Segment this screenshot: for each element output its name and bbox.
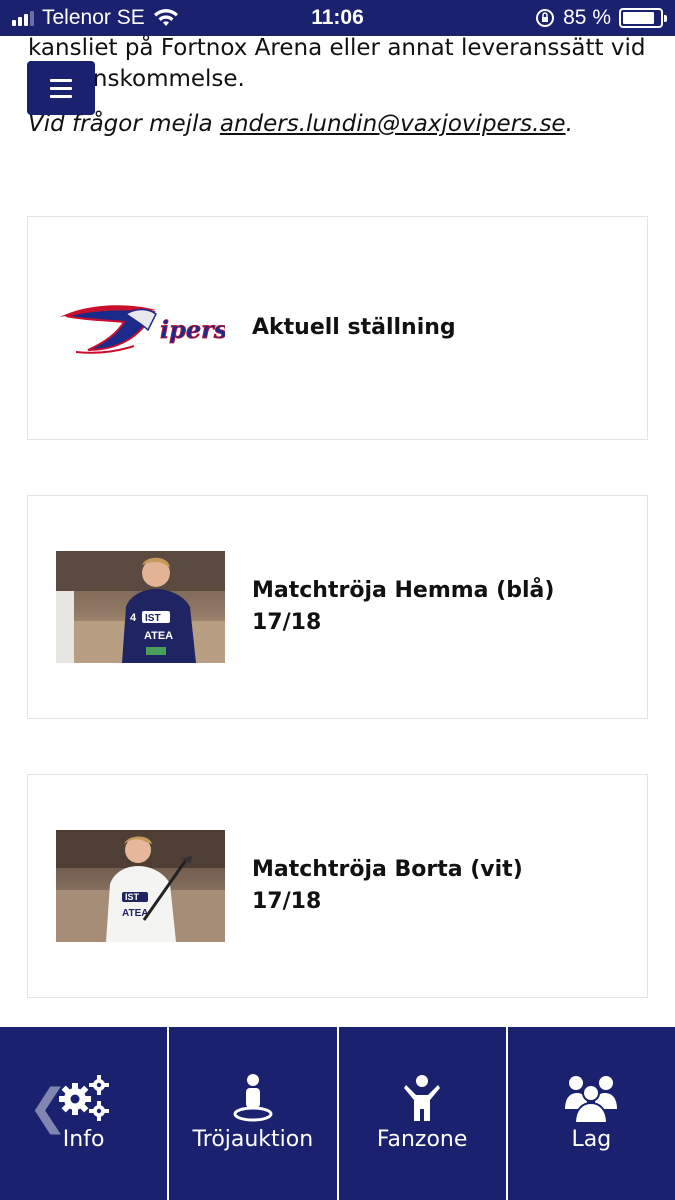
page-content: kansliet på Fortnox Arena eller annat le… bbox=[0, 33, 675, 140]
card-title: Aktuell ställning bbox=[252, 315, 456, 340]
tab-lag[interactable]: Lag bbox=[508, 1027, 675, 1200]
card-standings[interactable]: ipers Aktuell ställning bbox=[27, 216, 648, 440]
card-home-jersey[interactable]: IST 4 ATEA Matchtröja Hemma (blå) 17/18 bbox=[27, 495, 648, 719]
carrier-name: Telenor SE bbox=[42, 6, 145, 29]
svg-text:ATEA: ATEA bbox=[144, 630, 173, 642]
tab-label: Tröjauktion bbox=[192, 1127, 314, 1152]
person-cheer-icon bbox=[402, 1071, 442, 1123]
svg-text:ipers: ipers bbox=[160, 315, 225, 344]
chevron-left-icon[interactable]: ❮ bbox=[28, 1083, 68, 1131]
tab-label: Info bbox=[62, 1127, 105, 1152]
tab-fanzone[interactable]: Fanzone bbox=[339, 1027, 508, 1200]
status-bar: Telenor SE 11:06 85 % bbox=[0, 0, 675, 36]
menu-button[interactable] bbox=[27, 61, 95, 115]
svg-text:IST: IST bbox=[125, 892, 140, 902]
intro-text: kansliet på Fortnox Arena eller annat le… bbox=[0, 33, 675, 140]
card-title: Matchtröja Borta (vit) 17/18 bbox=[252, 857, 523, 914]
orientation-lock-icon bbox=[536, 9, 555, 27]
status-time: 11:06 bbox=[311, 6, 364, 29]
battery-percent: 85 % bbox=[563, 6, 611, 29]
tab-label: Lag bbox=[571, 1127, 612, 1152]
svg-text:4: 4 bbox=[130, 612, 137, 624]
battery-icon bbox=[619, 8, 667, 28]
tab-trojauktion[interactable]: Tröjauktion bbox=[169, 1027, 339, 1200]
tab-label: Fanzone bbox=[376, 1127, 468, 1152]
contact-line: Vid frågor mejla anders.lundin@vaxjovipe… bbox=[28, 109, 647, 140]
player-home-jersey-photo: IST 4 ATEA bbox=[56, 551, 225, 663]
contact-email-link[interactable]: anders.lundin@vaxjovipers.se bbox=[220, 111, 566, 137]
person-pin-icon bbox=[231, 1071, 275, 1123]
svg-text:IST: IST bbox=[145, 613, 161, 624]
bottom-tab-bar: ❮ Info Tröjauktion Fanzone Lag bbox=[0, 1027, 675, 1200]
card-away-jersey[interactable]: IST ATEA Matchtröja Borta (vit) 17/18 bbox=[27, 774, 648, 998]
card-title: Matchtröja Hemma (blå) 17/18 bbox=[252, 578, 555, 635]
intro-line-1: kansliet på Fortnox Arena eller annat le… bbox=[28, 35, 646, 61]
contact-suffix: . bbox=[565, 111, 573, 137]
player-away-jersey-photo: IST ATEA bbox=[56, 830, 225, 942]
tab-info[interactable]: ❮ Info bbox=[0, 1027, 170, 1200]
vipers-logo: ipers bbox=[56, 272, 225, 384]
signal-icon bbox=[12, 10, 34, 26]
intro-line-2: överenskommelse. bbox=[28, 66, 245, 92]
hamburger-icon bbox=[50, 78, 72, 82]
wifi-icon bbox=[153, 9, 178, 26]
group-icon bbox=[563, 1071, 619, 1123]
